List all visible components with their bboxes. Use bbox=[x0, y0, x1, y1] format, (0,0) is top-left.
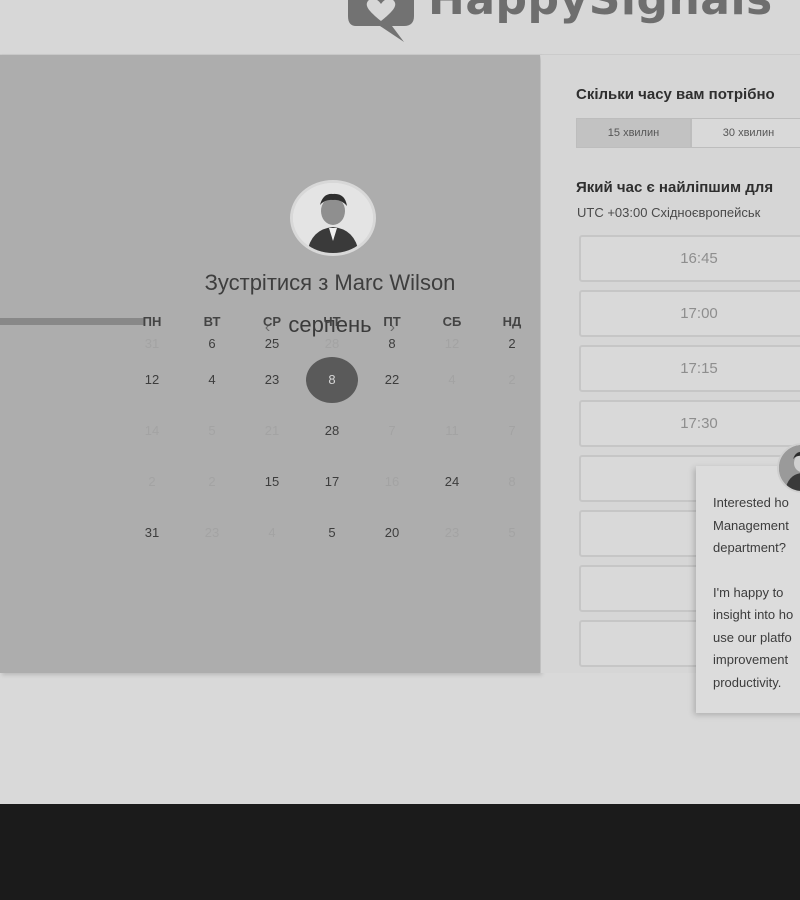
header: HappySignals bbox=[0, 0, 800, 55]
calendar-day: 7 bbox=[388, 423, 396, 438]
calendar-day[interactable]: 25 bbox=[242, 332, 302, 354]
calendar-day[interactable]: 17 bbox=[302, 456, 362, 507]
time-slot-button[interactable]: 17:30 bbox=[579, 400, 800, 447]
calendar-day-selected[interactable]: 8 bbox=[302, 354, 362, 405]
selected-day-label: 8 bbox=[306, 356, 358, 403]
footer bbox=[0, 804, 800, 900]
calendar-day[interactable]: 2 bbox=[482, 332, 542, 354]
weekday-label: СБ bbox=[442, 314, 462, 329]
chat-line: Management bbox=[713, 517, 789, 533]
calendar-day: 23 bbox=[444, 525, 460, 540]
calendar-day[interactable]: 22 bbox=[362, 354, 422, 405]
weekday-label: ПН bbox=[142, 314, 162, 329]
timezone-label[interactable]: UTC +03:00 Східноєвропейськ bbox=[577, 205, 760, 220]
weekday-label: СР bbox=[262, 314, 282, 329]
calendar-day[interactable]: 6 bbox=[182, 332, 242, 354]
calendar-day[interactable]: 15 bbox=[242, 456, 302, 507]
time-question: Який час є найліпшим для bbox=[576, 179, 774, 196]
calendar-day[interactable]: 8 bbox=[362, 332, 422, 354]
calendar-day: 31 bbox=[144, 335, 160, 351]
calendar-day: 7 bbox=[508, 423, 516, 438]
time-slot-button[interactable]: 17:00 bbox=[579, 290, 800, 337]
calendar-week-row: 31 6 25 28 8 12 2 bbox=[122, 332, 542, 354]
calendar-day[interactable]: 5 bbox=[302, 507, 362, 558]
calendar-day: 8 bbox=[508, 474, 516, 489]
calendar-week-row: 2 2 15 17 16 24 8 bbox=[122, 456, 542, 507]
calendar-day: 12 bbox=[444, 335, 460, 351]
calendar-day: 2 bbox=[148, 474, 156, 489]
chat-line: use our platfo bbox=[713, 629, 792, 645]
calendar-day: 4 bbox=[448, 372, 456, 387]
chat-line: improvement bbox=[713, 652, 789, 667]
calendar-day: 23 bbox=[204, 525, 220, 540]
host-avatar bbox=[290, 180, 376, 256]
calendar-day: 5 bbox=[208, 423, 216, 438]
chat-line: I'm happy to bbox=[713, 584, 784, 600]
weekday-label: ЧТ bbox=[323, 314, 341, 329]
chat-line: productivity. bbox=[713, 674, 782, 690]
chat-line: Interested ho bbox=[713, 495, 789, 510]
calendar-day: 14 bbox=[144, 423, 160, 438]
calendar-day[interactable]: 4 bbox=[182, 354, 242, 405]
time-slot-button[interactable]: 17:15 bbox=[579, 345, 800, 392]
chat-message: Interested ho Management department? I'm… bbox=[713, 492, 800, 694]
calendar-week-row: 14 5 21 28 7 11 7 bbox=[122, 405, 542, 456]
weekday-header: ПН ВТ СР ЧТ ПТ СБ НД bbox=[122, 312, 542, 332]
calendar-day: 2 bbox=[208, 474, 216, 489]
duration-question: Скільки часу вам потрібно bbox=[576, 86, 775, 103]
weekday-label: ВТ bbox=[203, 314, 221, 329]
duration-tabs: 15 хвилин 30 хвилин bbox=[576, 118, 800, 148]
calendar-day: 5 bbox=[508, 525, 516, 540]
time-slot-button[interactable]: 16:45 bbox=[579, 235, 800, 282]
calendar-day: 11 bbox=[445, 423, 459, 438]
duration-option[interactable]: 15 хвилин bbox=[576, 118, 691, 148]
page: HappySignals Зустрітися з Marc Wilson ‹ … bbox=[0, 0, 800, 900]
speech-bubble-logo-icon bbox=[348, 0, 414, 42]
calendar-day[interactable]: 23 bbox=[242, 354, 302, 405]
chat-popup[interactable]: Interested ho Management department? I'm… bbox=[696, 466, 800, 713]
calendar-day[interactable]: 20 bbox=[362, 507, 422, 558]
calendar-day: 21 bbox=[264, 423, 280, 438]
person-icon bbox=[293, 183, 373, 253]
calendar-day: 16 bbox=[384, 474, 400, 489]
calendar-day[interactable]: 31 bbox=[122, 507, 182, 558]
calendar-week-row: 31 23 4 5 20 23 5 bbox=[122, 507, 542, 558]
calendar-grid: ПН ВТ СР ЧТ ПТ СБ НД 31 6 25 28 8 12 2 12 4 23 8 22 4 2 14 5 2… bbox=[122, 312, 542, 558]
weekday-label: ПТ bbox=[383, 314, 401, 329]
person-icon bbox=[779, 445, 800, 491]
calendar-day[interactable]: 24 bbox=[422, 456, 482, 507]
calendar-day: 28 bbox=[324, 335, 340, 351]
calendar-week-row: 12 4 23 8 22 4 2 bbox=[122, 354, 542, 405]
calendar-day[interactable]: 28 bbox=[302, 405, 362, 456]
duration-option[interactable]: 30 хвилин bbox=[691, 118, 800, 148]
brand-name: HappySignals bbox=[428, 0, 773, 25]
weekday-label: НД bbox=[502, 314, 522, 329]
calendar-day: 2 bbox=[508, 372, 516, 387]
chat-line: insight into ho bbox=[713, 607, 794, 622]
chat-line: department? bbox=[713, 540, 786, 555]
calendar-day[interactable]: 12 bbox=[122, 354, 182, 405]
calendar-day: 4 bbox=[268, 525, 276, 540]
